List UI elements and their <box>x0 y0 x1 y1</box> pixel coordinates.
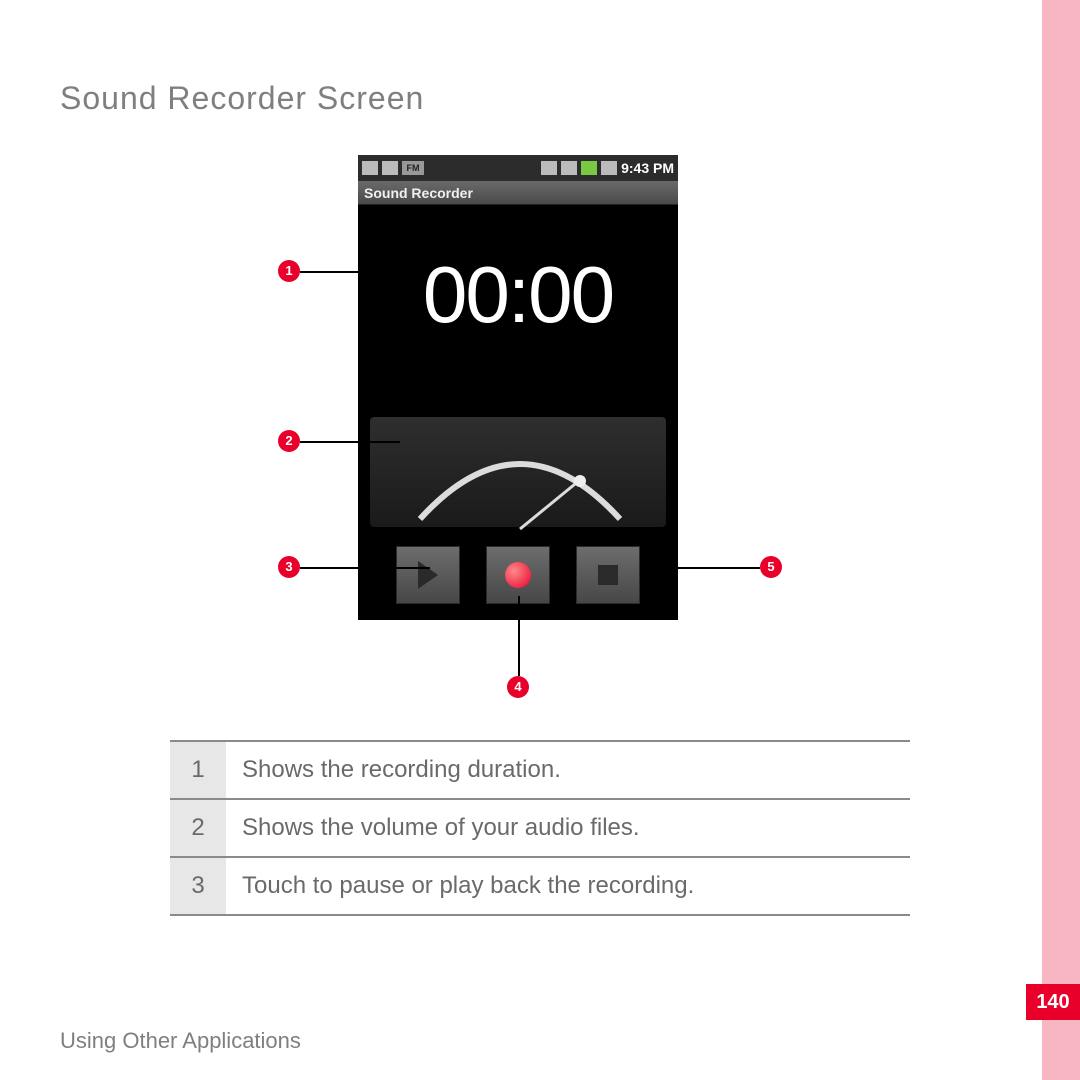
callout-dot-4: 4 <box>507 676 529 698</box>
headphones-icon <box>601 161 617 175</box>
vu-meter-arc <box>410 429 630 539</box>
table-row: 3 Touch to pause or play back the record… <box>170 858 910 916</box>
callout-dot-5: 5 <box>760 556 782 578</box>
phone-screenshot: FM 9:43 PM Sound Recorder 00:00 <box>358 155 678 620</box>
table-row: 1 Shows the recording duration. <box>170 742 910 800</box>
recording-timer: 00:00 <box>358 249 678 341</box>
table-row: 2 Shows the volume of your audio files. <box>170 800 910 858</box>
side-tab <box>1042 0 1080 1080</box>
footer-text: Using Other Applications <box>60 1028 301 1054</box>
play-icon <box>418 561 438 589</box>
usb-icon <box>362 161 378 175</box>
row-text: Shows the volume of your audio files. <box>226 800 910 856</box>
callout-leader-5 <box>640 567 760 569</box>
stop-icon <box>598 565 618 585</box>
callout-leader-4 <box>518 596 520 676</box>
callout-leader-2 <box>300 441 400 443</box>
callout-leader-3 <box>300 567 430 569</box>
warning-icon <box>382 161 398 175</box>
row-number: 2 <box>170 800 226 856</box>
status-right-icons: 9:43 PM <box>541 160 674 176</box>
callout-dot-1: 1 <box>278 260 300 282</box>
row-text: Shows the recording duration. <box>226 742 910 798</box>
page-title: Sound Recorder Screen <box>60 80 424 117</box>
signal-icon <box>561 161 577 175</box>
description-table: 1 Shows the recording duration. 2 Shows … <box>170 740 910 916</box>
callout-dot-2: 2 <box>278 430 300 452</box>
row-number: 3 <box>170 858 226 914</box>
vu-meter-panel <box>370 417 666 527</box>
app-titlebar: Sound Recorder <box>358 181 678 205</box>
fm-icon: FM <box>402 161 424 175</box>
row-text: Touch to pause or play back the recordin… <box>226 858 910 914</box>
callout-leader-1 <box>300 271 400 273</box>
record-icon <box>505 562 531 588</box>
play-button[interactable] <box>396 546 460 604</box>
callout-dot-3: 3 <box>278 556 300 578</box>
page-number-badge: 140 <box>1026 984 1080 1020</box>
status-clock: 9:43 PM <box>621 160 674 176</box>
stop-button[interactable] <box>576 546 640 604</box>
status-left-icons: FM <box>362 161 424 175</box>
recorder-body: 00:00 <box>358 205 678 620</box>
network-icon <box>541 161 557 175</box>
battery-icon <box>581 161 597 175</box>
row-number: 1 <box>170 742 226 798</box>
status-bar: FM 9:43 PM <box>358 155 678 181</box>
